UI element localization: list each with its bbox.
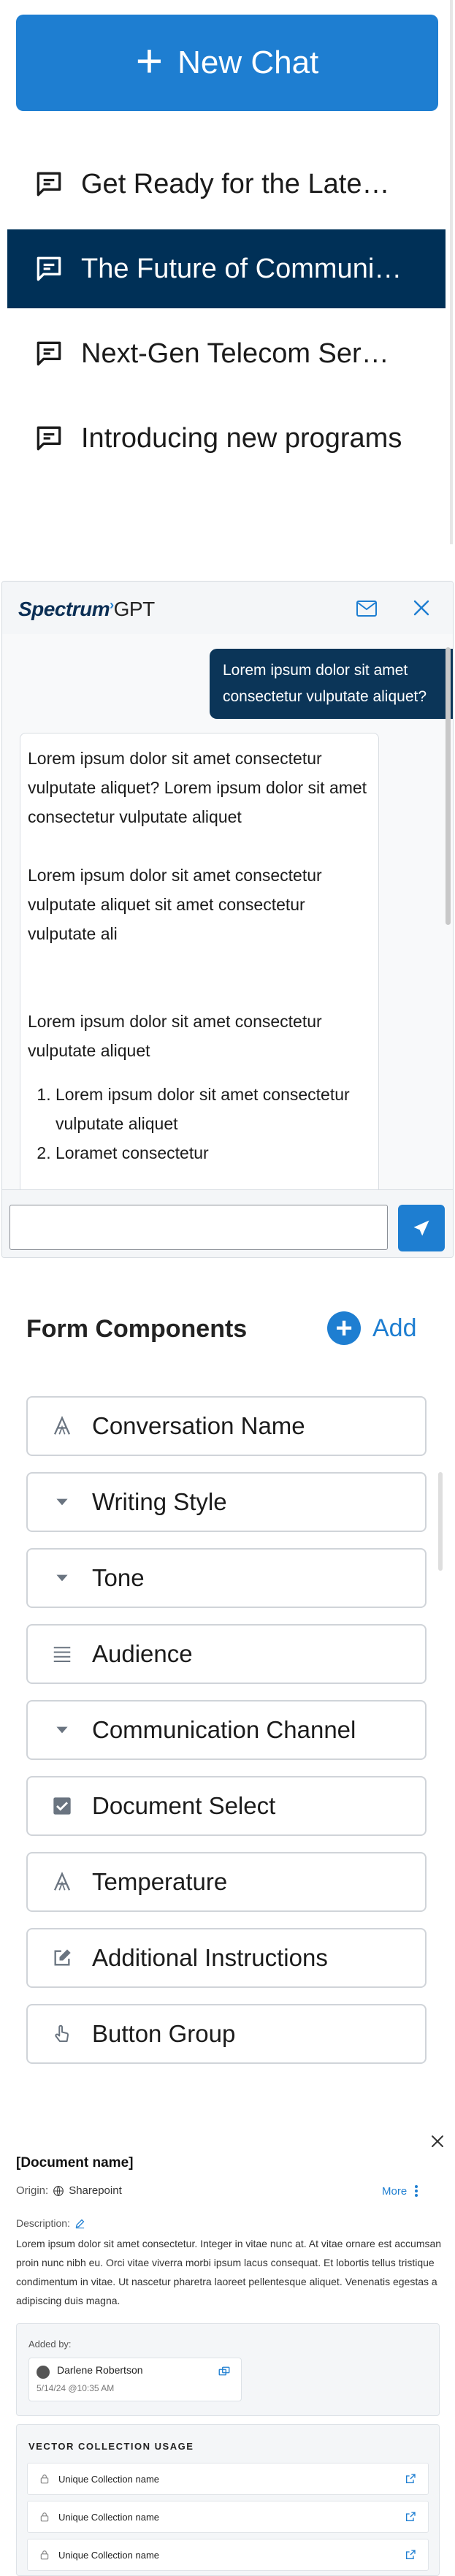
added-by-label: Added by: (28, 2339, 72, 2350)
text-a-icon (50, 1414, 74, 1438)
collection-row[interactable]: Unique Collection name (27, 2539, 429, 2571)
form-component-item[interactable]: Audience (26, 1624, 427, 1684)
collection-name: Unique Collection name (58, 2511, 160, 2523)
add-component-button[interactable]: + Add (327, 1311, 417, 1345)
caret-down-icon (50, 1490, 74, 1514)
collection-name: Unique Collection name (58, 2473, 160, 2485)
description-text: Lorem ipsum dolor sit amet consectetur. … (16, 2238, 442, 2306)
hand-pointer-icon (50, 2021, 74, 2046)
chat-item-label: The Future of Communication (81, 253, 402, 284)
avatar (37, 2366, 50, 2379)
assistant-message: Lorem ipsum dolor sit amet consectetur v… (20, 733, 379, 1257)
chat-item-label: Introducing new programs (81, 422, 402, 454)
caret-down-icon (50, 1566, 74, 1590)
text-a-icon (50, 1870, 74, 1894)
chat-bubble-icon (37, 256, 61, 281)
chat-item-label: Next-Gen Telecom Services (81, 338, 402, 369)
chat-item[interactable]: Introducing new programs (7, 399, 446, 478)
chat-item[interactable]: Next-Gen Telecom Services (7, 314, 446, 393)
new-chat-button[interactable]: + New Chat (16, 15, 438, 111)
plus-icon: + (135, 34, 164, 87)
spectrum-gpt-logo: Spectrum›GPT (18, 598, 155, 620)
more-menu-button[interactable]: More (382, 2184, 418, 2198)
form-component-item[interactable]: Temperature (26, 1852, 427, 1912)
collection-row[interactable]: Unique Collection name (27, 2501, 429, 2533)
add-circle-icon: + (327, 1311, 361, 1345)
form-component-item[interactable]: Document Select (26, 1776, 427, 1836)
message-input[interactable] (9, 1205, 388, 1250)
send-button[interactable] (398, 1205, 445, 1251)
form-components-scrollbar[interactable] (438, 1472, 443, 1571)
document-name: [Document name] (16, 2155, 134, 2171)
form-component-item[interactable]: Communication Channel (26, 1700, 427, 1760)
composer (2, 1189, 453, 1257)
chat-item-label: Get Ready for the Latest Features (81, 168, 402, 199)
external-link-icon[interactable] (405, 2473, 416, 2485)
list-item: Lorem ipsum dolor sit amet consectetur v… (56, 1080, 371, 1138)
lock-icon (40, 2474, 49, 2484)
form-component-item[interactable]: Additional Instructions (26, 1928, 427, 1988)
external-link-icon[interactable] (405, 2511, 416, 2523)
added-by-panel: Added by: Darlene Robertson 5/14/24 @10:… (16, 2323, 440, 2416)
sidebar-scrollbar[interactable] (450, 0, 453, 544)
kebab-icon (415, 2185, 418, 2197)
vector-collection-title: VECTOR COLLECTION USAGE (28, 2441, 194, 2452)
external-link-icon[interactable] (405, 2549, 416, 2561)
new-chat-label: New Chat (177, 45, 319, 80)
form-component-item[interactable]: Button Group (26, 2004, 427, 2064)
conversation-area: Lorem ipsum dolor sit amet consectetur v… (2, 634, 453, 1257)
origin-value: Sharepoint (69, 2184, 122, 2197)
collection-name: Unique Collection name (58, 2549, 160, 2561)
checkbox-checked-icon (50, 1794, 74, 1818)
globe-icon (53, 2185, 64, 2196)
gpt-header: Spectrum›GPT (2, 582, 453, 635)
mail-icon[interactable] (356, 599, 378, 618)
assistant-list: Lorem ipsum dolor sit amet consectetur v… (28, 1080, 371, 1167)
chat-item[interactable]: Get Ready for the Latest Features (7, 145, 446, 224)
edit-pencil-icon[interactable] (74, 2218, 85, 2229)
description-label-row: Description: (16, 2217, 85, 2229)
chat-item-active[interactable]: The Future of Communication (7, 229, 446, 308)
copy-icon[interactable] (218, 2366, 231, 2379)
edit-square-icon (50, 1946, 74, 1970)
chat-bubble-icon (37, 341, 61, 366)
send-icon (413, 1220, 429, 1236)
assistant-paragraph: Lorem ipsum dolor sit amet consectetur v… (28, 866, 322, 943)
form-component-item[interactable]: Conversation Name (26, 1396, 427, 1456)
lock-icon (40, 2550, 49, 2560)
gpt-widget: Spectrum›GPT Lorem ipsum dolor sit amet … (1, 581, 454, 1258)
form-component-item[interactable]: Writing Style (26, 1472, 427, 1532)
added-date: 5/14/24 @10:35 AM (37, 2383, 115, 2393)
user-name: Darlene Robertson (57, 2364, 143, 2376)
user-message: Lorem ipsum dolor sit amet consectetur v… (210, 649, 453, 719)
assistant-paragraph: Lorem ipsum dolor sit amet consectetur v… (28, 749, 367, 826)
chat-bubble-icon (37, 172, 61, 197)
form-component-item[interactable]: Tone (26, 1548, 427, 1608)
caret-down-icon (50, 1718, 74, 1742)
assistant-paragraph: Lorem ipsum dolor sit amet consectetur v… (28, 1012, 322, 1060)
user-card: Darlene Robertson 5/14/24 @10:35 AM (28, 2358, 242, 2401)
close-icon[interactable] (428, 2132, 447, 2151)
origin-row: Origin: Sharepoint (16, 2184, 122, 2197)
close-icon[interactable] (411, 598, 432, 618)
lock-icon (40, 2512, 49, 2522)
form-components-title: Form Components (26, 1315, 248, 1343)
paragraph-lines-icon (50, 1642, 74, 1666)
add-label: Add (372, 1314, 417, 1342)
list-item: Loramet consectetur (56, 1138, 371, 1167)
collection-row[interactable]: Unique Collection name (27, 2463, 429, 2495)
vector-collection-panel: VECTOR COLLECTION USAGE Unique Collectio… (16, 2424, 440, 2576)
chat-bubble-icon (37, 426, 61, 451)
conversation-scrollbar[interactable] (446, 647, 451, 925)
